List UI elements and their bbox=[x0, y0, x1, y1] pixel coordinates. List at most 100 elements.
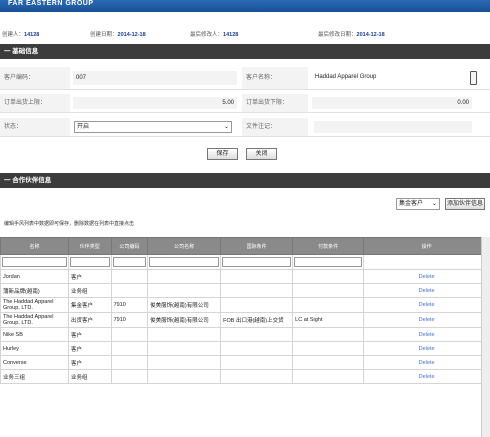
cell-company[interactable]: 俊美服饰(越南)有限公司 bbox=[147, 312, 222, 328]
cell-company[interactable] bbox=[147, 327, 222, 342]
doc-note-field[interactable] bbox=[314, 121, 472, 133]
cell-payment[interactable] bbox=[292, 355, 365, 370]
cell-incoterm[interactable] bbox=[220, 327, 294, 342]
cell-payment[interactable]: LC at Sight bbox=[292, 312, 365, 328]
cell-company[interactable] bbox=[147, 341, 222, 356]
cell-incoterm[interactable] bbox=[220, 283, 294, 298]
partner-type-select[interactable]: 集金客户 ⌄ bbox=[396, 198, 440, 210]
cell-name[interactable]: Converse bbox=[0, 355, 69, 370]
cell-company[interactable]: 俊美服饰(越南)有限公司 bbox=[147, 297, 222, 313]
cell-name[interactable]: 蒲新品牌(越南) bbox=[0, 283, 69, 298]
top-banner: FAR EASTERN GROUP bbox=[0, 0, 490, 12]
cell-incoterm[interactable] bbox=[220, 269, 294, 284]
cell-incoterm[interactable] bbox=[220, 297, 294, 313]
table-row[interactable]: Jordan 客户 Delete bbox=[0, 269, 490, 284]
col-code[interactable]: 公司编码 bbox=[110, 237, 149, 255]
cell-incoterm[interactable] bbox=[220, 369, 294, 384]
cell-payment[interactable] bbox=[292, 369, 365, 384]
filter-incoterm-input[interactable] bbox=[222, 257, 292, 267]
cell-name[interactable]: 业务三组 bbox=[0, 369, 69, 384]
cell-code[interactable] bbox=[110, 269, 149, 284]
cell-type[interactable]: 出货客户 bbox=[67, 312, 112, 328]
delete-link[interactable]: Delete bbox=[363, 283, 490, 298]
cell-name[interactable]: The Haddad Apparel Group, LTD. bbox=[0, 297, 69, 313]
filter-company-input[interactable] bbox=[149, 257, 220, 267]
cell-payment[interactable] bbox=[292, 269, 365, 284]
cell-incoterm[interactable] bbox=[220, 341, 294, 356]
filter-code-input[interactable] bbox=[112, 257, 147, 267]
customer-code-label: 客户编码： bbox=[0, 67, 70, 89]
cell-company[interactable] bbox=[147, 369, 222, 384]
cell-payment[interactable] bbox=[292, 297, 365, 313]
delete-link[interactable]: Delete bbox=[363, 312, 490, 328]
cell-code[interactable] bbox=[110, 355, 149, 370]
delete-link[interactable]: Delete bbox=[363, 369, 490, 384]
cell-code[interactable] bbox=[110, 327, 149, 342]
cell-name[interactable]: Nike SB bbox=[0, 327, 69, 342]
status-label: 状态： bbox=[0, 118, 70, 136]
cell-company[interactable] bbox=[147, 269, 222, 284]
partner-note: 编辑手风列表中数据即可保存，删除数据在列表中直接点击 bbox=[4, 221, 135, 227]
cell-type[interactable]: 集金客户 bbox=[67, 297, 112, 313]
cell-code[interactable] bbox=[110, 283, 149, 298]
customer-lookup-button[interactable] bbox=[470, 71, 477, 85]
basic-info-header: 一 基础信息 bbox=[0, 44, 490, 59]
cell-company[interactable] bbox=[147, 355, 222, 370]
customer-code-field[interactable]: 007 bbox=[73, 71, 237, 85]
cell-type[interactable]: 客户 bbox=[67, 355, 112, 370]
cell-code[interactable] bbox=[110, 341, 149, 356]
cell-code[interactable] bbox=[110, 369, 149, 384]
cell-code[interactable]: 7910 bbox=[110, 297, 149, 313]
status-select[interactable]: 开启 ⌄ bbox=[74, 121, 232, 133]
meta-create-date: 创建日期：2014-12-18 bbox=[90, 32, 146, 38]
cell-code[interactable]: 7910 bbox=[110, 312, 149, 328]
table-row[interactable]: 业务三组 业务组 Delete bbox=[0, 369, 490, 384]
vertical-scrollbar[interactable] bbox=[481, 237, 490, 437]
table-row[interactable]: 蒲新品牌(越南) 业务组 Delete bbox=[0, 283, 490, 298]
customer-name-field[interactable]: Haddad Apparel Group bbox=[312, 71, 472, 85]
cell-type[interactable]: 客户 bbox=[67, 341, 112, 356]
table-row[interactable]: Converse 客户 Delete bbox=[0, 355, 490, 370]
cell-incoterm[interactable] bbox=[220, 355, 294, 370]
cell-company[interactable] bbox=[147, 283, 222, 298]
lower-limit-field[interactable]: 0.00 bbox=[312, 97, 472, 109]
cell-type[interactable]: 客户 bbox=[67, 327, 112, 342]
col-company[interactable]: 公司名称 bbox=[147, 237, 222, 255]
meta-creator: 创建人：14128 bbox=[2, 32, 40, 38]
cell-type[interactable]: 业务组 bbox=[67, 283, 112, 298]
add-partner-button[interactable]: 添加伙伴信息 bbox=[445, 198, 485, 210]
col-type[interactable]: 伙伴类型 bbox=[67, 237, 112, 255]
cell-type[interactable]: 业务组 bbox=[67, 369, 112, 384]
table-row[interactable]: Hurley 客户 Delete bbox=[0, 341, 490, 356]
table-row[interactable]: The Haddad Apparel Group, LTD. 集金客户 7910 俊美… bbox=[0, 297, 490, 313]
table-header-row: 名称 伙伴类型 公司编码 公司名称 国际条件 付款条件 操作 bbox=[0, 237, 490, 255]
chevron-down-icon: ⌄ bbox=[431, 201, 437, 207]
filter-type-input[interactable] bbox=[69, 257, 110, 267]
upper-limit-field[interactable]: 5.00 bbox=[73, 97, 237, 109]
delete-link[interactable]: Delete bbox=[363, 341, 490, 356]
delete-link[interactable]: Delete bbox=[363, 355, 490, 370]
partner-table: 名称 伙伴类型 公司编码 公司名称 国际条件 付款条件 操作 Jordan 客户 D… bbox=[0, 237, 490, 384]
col-name[interactable]: 名称 bbox=[0, 237, 69, 255]
delete-link[interactable]: Delete bbox=[363, 269, 490, 284]
col-incoterm[interactable]: 国际条件 bbox=[220, 237, 294, 255]
table-row[interactable]: Nike SB 客户 Delete bbox=[0, 327, 490, 342]
col-payment[interactable]: 付款条件 bbox=[292, 237, 365, 255]
cell-payment[interactable] bbox=[292, 327, 365, 342]
cell-payment[interactable] bbox=[292, 283, 365, 298]
cell-name[interactable]: Jordan bbox=[0, 269, 69, 284]
filter-name-input[interactable] bbox=[2, 257, 67, 267]
cell-type[interactable]: 客户 bbox=[67, 269, 112, 284]
cell-name[interactable]: The Haddad Apparel Group, LTD. bbox=[0, 312, 69, 328]
filter-payment-input[interactable] bbox=[294, 257, 363, 267]
meta-modifier: 最后修改人：14128 bbox=[190, 32, 239, 38]
cell-payment[interactable] bbox=[292, 341, 365, 356]
cell-incoterm[interactable]: FOB 出口港(越南)上交货 bbox=[220, 312, 294, 328]
cell-name[interactable]: Hurley bbox=[0, 341, 69, 356]
close-button[interactable]: 关闭 bbox=[246, 148, 277, 160]
delete-link[interactable]: Delete bbox=[363, 327, 490, 342]
save-button[interactable]: 保存 bbox=[207, 148, 238, 160]
brand-logo: FAR EASTERN GROUP bbox=[8, 0, 94, 7]
table-row[interactable]: The Haddad Apparel Group, LTD. 出货客户 7910 俊美… bbox=[0, 312, 490, 328]
delete-link[interactable]: Delete bbox=[363, 297, 490, 313]
